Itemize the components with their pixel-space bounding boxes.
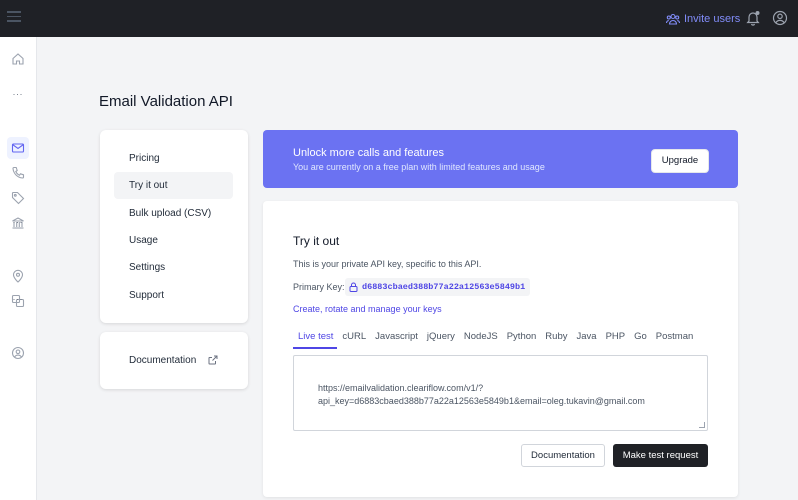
home-icon[interactable] (11, 52, 25, 66)
tab-curl[interactable]: cURL (337, 328, 370, 349)
documentation-button[interactable]: Documentation (521, 444, 605, 467)
try-it-out-card: Try it out This is your private API key,… (263, 201, 738, 497)
documentation-card: Documentation (100, 332, 248, 389)
menu-item-support[interactable]: Support (114, 282, 233, 309)
manage-keys-link[interactable]: Create, rotate and manage your keys (293, 304, 442, 314)
banner-subtitle: You are currently on a free plan with li… (293, 162, 545, 172)
tab-live-test[interactable]: Live test (293, 328, 338, 349)
primary-key-badge[interactable]: d6883cbaed388b77a22a12563e5849b1 (345, 278, 531, 296)
invite-users-label: Invite users (684, 12, 741, 25)
tab-nodejs[interactable]: NodeJS (459, 328, 502, 349)
api-menu-card: Pricing Try it out Bulk upload (CSV) Usa… (100, 130, 248, 323)
request-url-line-2: api_key=d6883cbaed388b77a22a12563e5849b1… (318, 396, 645, 406)
menu-item-pricing[interactable]: Pricing (114, 145, 233, 172)
users-icon (666, 13, 680, 25)
tab-java[interactable]: Java (571, 328, 600, 349)
banner-title: Unlock more calls and features (293, 147, 445, 159)
rail-separator-dots: ... (12, 292, 24, 302)
user-account-icon[interactable] (772, 10, 788, 26)
upgrade-banner: Unlock more calls and features You are c… (263, 130, 738, 188)
tab-javascript[interactable]: Javascript (370, 328, 422, 349)
documentation-link[interactable]: Documentation (129, 355, 196, 366)
section-title: Try it out (293, 234, 340, 248)
rail-separator-dots: ... (12, 87, 24, 97)
primary-key-value: d6883cbaed388b77a22a12563e5849b1 (362, 282, 526, 292)
page-title: Email Validation API (99, 93, 233, 110)
menu-item-bulk-upload[interactable]: Bulk upload (CSV) (114, 200, 233, 227)
side-rail: ... ... ... (0, 37, 37, 500)
tab-ruby[interactable]: Ruby (540, 328, 571, 349)
tab-php[interactable]: PHP (601, 328, 630, 349)
lock-icon (349, 282, 358, 292)
menu-icon[interactable] (7, 11, 21, 25)
profile-circle-icon[interactable] (11, 346, 25, 360)
tab-python[interactable]: Python (502, 328, 541, 349)
mail-icon[interactable] (11, 141, 25, 155)
upgrade-button[interactable]: Upgrade (651, 149, 709, 173)
menu-item-usage[interactable]: Usage (114, 227, 233, 254)
tag-icon[interactable] (11, 191, 25, 205)
rail-separator-dots: ... (12, 215, 24, 225)
primary-key-label: Primary Key: (293, 282, 345, 292)
code-language-tabs: Live test cURL Javascript jQuery NodeJS … (293, 328, 697, 349)
tab-go[interactable]: Go (629, 328, 651, 349)
external-link-icon[interactable] (208, 355, 218, 365)
invite-users-button[interactable]: Invite users (666, 10, 740, 27)
location-pin-icon[interactable] (11, 269, 25, 283)
tab-jquery[interactable]: jQuery (422, 328, 459, 349)
notification-bell-icon[interactable] (745, 10, 761, 26)
phone-icon[interactable] (11, 166, 25, 180)
request-url-textarea[interactable]: https://emailvalidation.cleariflow.com/v… (293, 355, 708, 431)
make-test-request-button[interactable]: Make test request (613, 444, 708, 467)
resize-handle[interactable] (699, 422, 705, 428)
tab-postman[interactable]: Postman (651, 328, 698, 349)
menu-item-try-it-out[interactable]: Try it out (114, 172, 233, 199)
menu-item-settings[interactable]: Settings (114, 254, 233, 281)
request-url-line-1: https://emailvalidation.cleariflow.com/v… (318, 383, 484, 393)
api-key-description: This is your private API key, specific t… (293, 259, 482, 269)
top-bar: Invite users (0, 0, 798, 37)
